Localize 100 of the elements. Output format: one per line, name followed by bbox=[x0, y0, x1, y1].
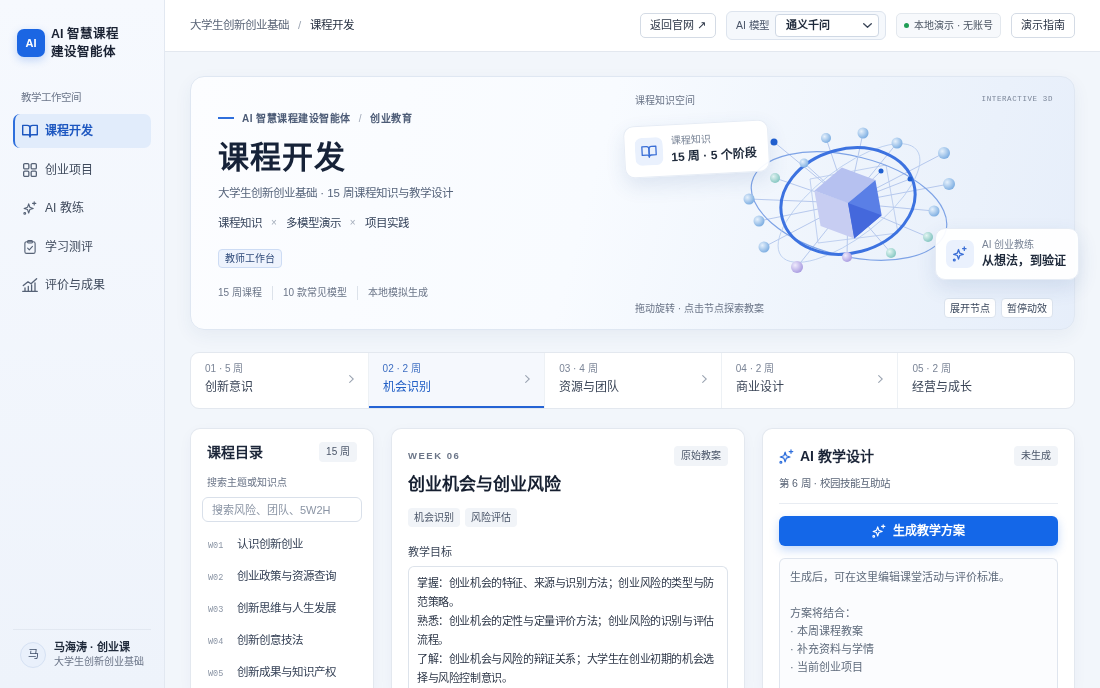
topic-tag: 风险评估 bbox=[465, 508, 517, 527]
objective-text: 熟悉：创业机会的定性与定量评价方法；创业风险的识别与评估流程。 bbox=[417, 614, 715, 648]
bar-chart-icon bbox=[22, 278, 38, 292]
network-node[interactable] bbox=[938, 147, 950, 159]
pillar-separator: × bbox=[271, 216, 277, 230]
info-card-value: 从想法，到验证 bbox=[982, 253, 1066, 270]
sparkle-icon bbox=[946, 240, 974, 268]
generate-plan-button[interactable]: 生成教学方案 bbox=[779, 516, 1058, 546]
status-dot-icon bbox=[904, 23, 910, 28]
network-node[interactable] bbox=[842, 252, 852, 262]
phase-tab[interactable]: 01 · 5 周 创新意识 bbox=[191, 353, 368, 408]
info-card-value: 15 周 · 5 个阶段 bbox=[671, 145, 758, 167]
sidebar-item[interactable]: AI 教练 bbox=[13, 191, 151, 225]
breadcrumb-current: 课程开发 bbox=[310, 17, 355, 33]
book-icon bbox=[634, 136, 664, 167]
pillar-label: 项目实践 bbox=[364, 216, 409, 231]
network-node[interactable] bbox=[928, 205, 940, 217]
catalog-item[interactable]: W01 认识创新创业 bbox=[202, 528, 362, 560]
scene-button[interactable]: 暂停动效 bbox=[1001, 298, 1053, 318]
ai-design-subtitle: 第 6 周 · 校园技能互助站 bbox=[779, 476, 891, 490]
source-tag: 原始教案 bbox=[674, 446, 728, 466]
network-node[interactable] bbox=[821, 133, 831, 143]
chevron-icon bbox=[348, 374, 354, 383]
user-name: 马海涛 · 创业课 bbox=[54, 640, 131, 655]
model-label: AI 模型 bbox=[736, 17, 769, 33]
search-field[interactable]: 搜索风险、团队、5W2H bbox=[202, 497, 362, 522]
user-course: 大学生创新创业基础 bbox=[54, 655, 144, 669]
page-title: 课程开发 bbox=[218, 141, 346, 175]
guide-button[interactable]: 演示指南 bbox=[1011, 13, 1075, 38]
network-node[interactable] bbox=[943, 178, 955, 190]
lesson-title: 创业机会与创业风险 bbox=[408, 473, 562, 496]
network-node[interactable] bbox=[753, 215, 765, 227]
catalog-item[interactable]: W05 创新成果与知识产权 bbox=[202, 656, 362, 688]
catalog-title: 课程目录 bbox=[207, 442, 263, 462]
network-node[interactable] bbox=[891, 137, 903, 149]
sidebar-item[interactable]: 课程开发 bbox=[13, 114, 151, 148]
network-node[interactable] bbox=[799, 158, 809, 168]
orbit-dot bbox=[878, 168, 884, 174]
info-card-title: AI 创业教练 bbox=[982, 238, 1036, 251]
objective-text: 了解：创业机会与风险的辩证关系；大学生在创业初期的机会选择与风险控制意识。 bbox=[417, 652, 715, 686]
eyebrow-brand: AI 智慧课程建设智能体 bbox=[242, 111, 351, 126]
sparkle-icon bbox=[779, 448, 794, 464]
cube-drawing bbox=[814, 167, 882, 239]
sidebar-item[interactable]: 创业项目 bbox=[13, 152, 151, 187]
phase-tab[interactable]: 02 · 2 周 机会识别 bbox=[367, 353, 545, 408]
grid-icon bbox=[22, 162, 38, 177]
phase-tab[interactable]: 05 · 2 周 经营与成长 bbox=[897, 353, 1074, 408]
chevron-icon bbox=[525, 374, 531, 383]
sparkle-icon bbox=[872, 524, 886, 538]
clipboard-check-icon bbox=[22, 239, 38, 254]
status-tag: 未生成 bbox=[1014, 446, 1058, 466]
eyebrow-separator: / bbox=[358, 111, 363, 126]
placeholder-list-item: · 补充资料与学情 bbox=[790, 642, 875, 657]
scene-label: 课程知识空间 bbox=[635, 93, 695, 108]
network-node[interactable] bbox=[758, 241, 770, 253]
stat-label: 15 周课程 bbox=[218, 286, 262, 300]
catalog-item[interactable]: W02 创业政策与资源查询 bbox=[202, 560, 362, 592]
network-node[interactable] bbox=[857, 127, 869, 139]
scene-button[interactable]: 展开节点 bbox=[944, 298, 996, 318]
plan-editor[interactable]: 生成后，可在这里编辑课堂活动与评价标准。 方案将结合： · 本周课程教案 · 补充资料与学情 · 当前创业项目 bbox=[779, 558, 1058, 688]
catalog-item[interactable]: W04 创新创意技法 bbox=[202, 624, 362, 656]
stat-label: 本地模拟生成 bbox=[367, 286, 428, 300]
info-card-title: 课程知识 bbox=[670, 132, 712, 148]
breadcrumb-separator: / bbox=[298, 17, 302, 33]
sparkle-icon bbox=[22, 201, 38, 215]
placeholder-list-item: · 当前创业项目 bbox=[790, 660, 864, 675]
placeholder-heading: 方案将结合： bbox=[790, 606, 857, 621]
back-to-site-button[interactable]: 返回官网 ↗ bbox=[639, 13, 717, 38]
week-label: WEEK 06 bbox=[408, 448, 461, 463]
network-node[interactable] bbox=[923, 232, 933, 242]
network-node[interactable] bbox=[886, 248, 896, 258]
app-title: AI 智慧课程建设智能体 bbox=[51, 25, 120, 61]
pillar-label: 多模型演示 bbox=[285, 216, 341, 231]
phase-tab[interactable]: 04 · 2 周 商业设计 bbox=[720, 353, 898, 408]
phase-tab[interactable]: 03 · 4 周 资源与团队 bbox=[544, 353, 721, 408]
placeholder-text: 生成后，可在这里编辑课堂活动与评价标准。 bbox=[790, 570, 1011, 585]
network-node[interactable] bbox=[770, 173, 780, 183]
topic-tag: 机会识别 bbox=[408, 508, 460, 527]
eyebrow-section: 创业教育 bbox=[370, 110, 413, 126]
sidebar-item[interactable]: 评价与成果 bbox=[13, 268, 151, 302]
placeholder-list-item: · 本周课程教案 bbox=[790, 624, 864, 639]
stat-label: 10 款常见模型 bbox=[282, 286, 347, 300]
app-logo: AI bbox=[17, 29, 45, 57]
breadcrumb-link[interactable]: 大学生创新创业基础 bbox=[190, 16, 289, 35]
page-subtitle: 大学生创新创业基础 · 15 周课程知识与教学设计 bbox=[218, 186, 455, 201]
week-count-tag: 15 周 bbox=[319, 442, 357, 462]
catalog-item[interactable]: W03 创新思维与人生发展 bbox=[202, 592, 362, 624]
orbit-dot bbox=[770, 138, 778, 146]
network-node[interactable] bbox=[743, 193, 755, 205]
sidebar-item[interactable]: 学习测评 bbox=[13, 229, 151, 264]
role-tag: 教师工作台 bbox=[218, 249, 282, 268]
model-select[interactable]: 通义千问 bbox=[774, 14, 880, 37]
network-node[interactable] bbox=[791, 261, 803, 273]
caret-icon bbox=[863, 23, 873, 28]
chevron-icon bbox=[701, 374, 707, 383]
orbit-dot bbox=[907, 176, 913, 182]
chevron-icon bbox=[878, 374, 884, 383]
objectives-label: 教学目标 bbox=[408, 545, 453, 560]
pillar-label: 课程知识 bbox=[218, 216, 262, 231]
user-avatar: 马 bbox=[20, 641, 46, 668]
